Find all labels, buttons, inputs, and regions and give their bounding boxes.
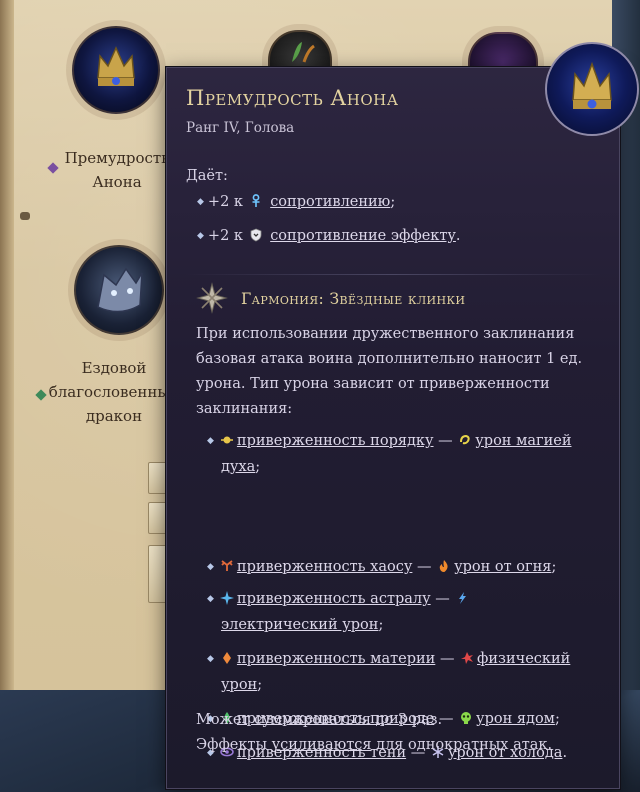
matter-icon bbox=[222, 652, 231, 664]
physical-icon bbox=[461, 652, 474, 664]
leaf-icon bbox=[292, 42, 315, 63]
lightning-icon bbox=[459, 592, 467, 604]
bonus-row: ◆ +2 к сопротивлению; bbox=[197, 194, 396, 210]
bullet-icon: ◆ bbox=[207, 562, 214, 572]
crown-icon bbox=[572, 61, 612, 109]
crown-icon bbox=[97, 46, 135, 86]
slot-label-wisdom: Премудрость Анона bbox=[64, 149, 170, 191]
amplify-link[interactable]: усиливаются bbox=[272, 737, 372, 753]
item-rank: Ранг IV, Голова bbox=[186, 120, 295, 136]
stack-text: Может суммироваться до 3 раз. Эффекты ус… bbox=[196, 712, 553, 753]
mount-slot[interactable] bbox=[74, 245, 164, 335]
ankh-icon bbox=[252, 194, 260, 207]
alignment-row-astral: ◆ приверженность астралу — электрический … bbox=[207, 586, 597, 638]
spirit-damage-link-2[interactable]: духа bbox=[221, 459, 255, 475]
astral-icon bbox=[219, 591, 234, 605]
alignment-row-matter: ◆ приверженность материи — физический уро… bbox=[207, 651, 571, 693]
bullet-icon: ◆ bbox=[197, 197, 204, 207]
harmony-description: При использовании дружественного заклина… bbox=[196, 326, 583, 417]
resistance-link[interactable]: сопротивлению bbox=[270, 194, 390, 210]
gives-label: Даёт: bbox=[186, 168, 228, 184]
item-title: Премудрость Анона bbox=[186, 86, 399, 110]
harmony-title: Гармония: Звёздные клинки bbox=[241, 290, 466, 308]
dragon-icon bbox=[97, 267, 143, 313]
crown-slot[interactable] bbox=[72, 26, 160, 114]
shield-icon bbox=[250, 228, 261, 242]
physical-damage-link-2[interactable]: урон bbox=[221, 677, 257, 693]
bullet-icon: ◆ bbox=[197, 231, 204, 241]
physical-damage-link[interactable]: физический bbox=[477, 651, 570, 667]
electric-damage-link[interactable]: электрический урон bbox=[221, 617, 378, 633]
matter-link[interactable]: приверженность материи bbox=[237, 651, 435, 667]
item-portrait bbox=[545, 42, 639, 136]
spirit-damage-link[interactable]: урон магией bbox=[475, 433, 571, 449]
bullet-icon: ◆ bbox=[207, 436, 214, 446]
divider bbox=[185, 274, 601, 275]
alignment-row-order: ◆ приверженность порядку — урон магией ду… bbox=[207, 433, 572, 475]
bullet-icon: ◆ bbox=[207, 654, 214, 664]
fire-damage-link[interactable]: урон от огня bbox=[454, 559, 551, 575]
fire-icon bbox=[439, 560, 448, 572]
order-icon bbox=[220, 436, 233, 444]
bonus-row: ◆ +2 к сопротивление эффекту. bbox=[197, 228, 461, 244]
effect-resistance-link[interactable]: сопротивление эффекту bbox=[270, 228, 456, 244]
spirit-icon bbox=[460, 434, 470, 445]
chaos-icon bbox=[221, 560, 233, 571]
alignment-row-chaos: ◆ приверженность хаосу — урон от огня; bbox=[207, 559, 557, 575]
item-tooltip: Премудрость Анона Ранг IV, Голова Даёт: … bbox=[166, 42, 639, 789]
astral-link[interactable]: приверженность астралу bbox=[237, 591, 431, 607]
rivet bbox=[20, 212, 30, 220]
order-link[interactable]: приверженность порядку bbox=[237, 433, 434, 449]
slot-label-dragon: Ездовой благословенный дракон bbox=[48, 359, 180, 425]
bullet-icon: ◆ bbox=[207, 594, 214, 604]
crossed-blades-star-icon bbox=[196, 282, 228, 314]
chaos-link[interactable]: приверженность хаосу bbox=[237, 559, 412, 575]
